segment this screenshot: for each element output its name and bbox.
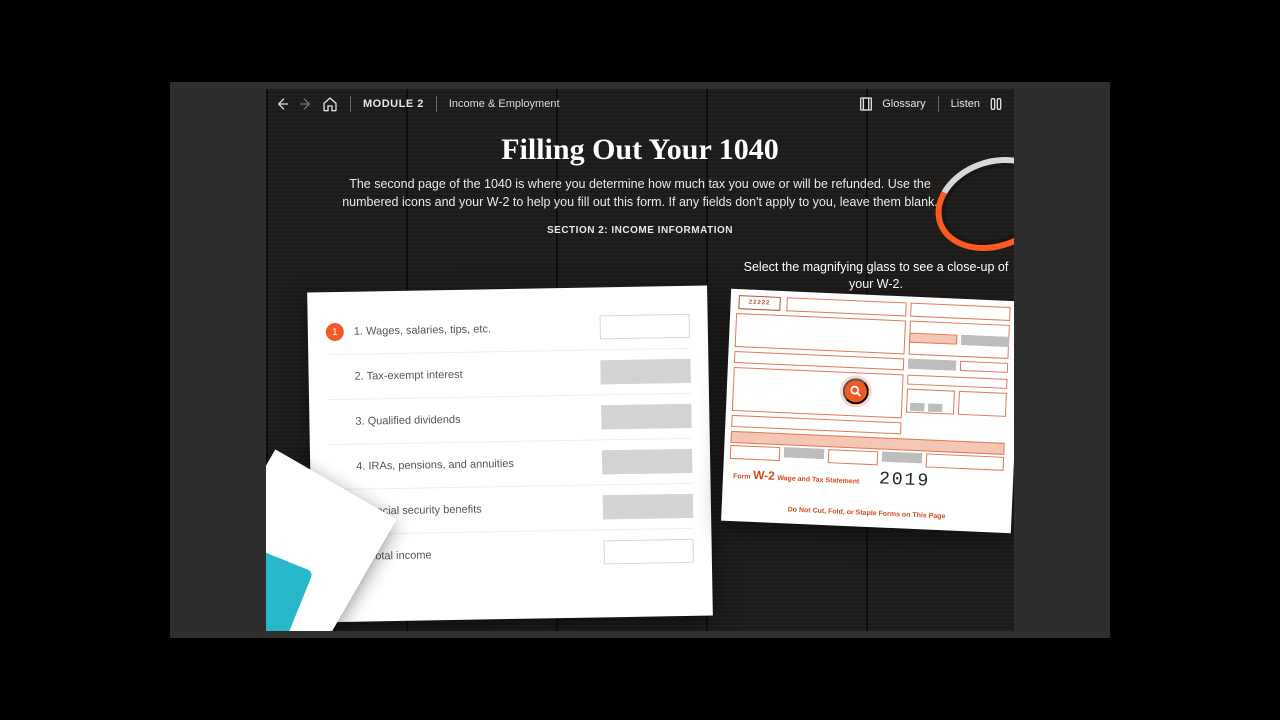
form-row: 1 1. Wages, salaries, tips, etc. [325,304,690,355]
ss-benefits-input [603,494,693,520]
w2-hint-text: Select the magnifying glass to see a clo… [736,259,1014,293]
row-label: 6. Total income [358,547,594,563]
stage-outer: MODULE 2 Income & Employment Glossary Li… [170,82,1110,638]
section-label: SECTION 2: INCOME INFORMATION [266,225,1014,236]
form-row: 3. Qualified dividends [327,394,692,445]
w2-year: 2019 [879,469,931,491]
topbar-separator [938,96,939,112]
row-label: 2. Tax-exempt interest [355,367,591,383]
topbar: MODULE 2 Income & Employment Glossary Li… [266,89,1014,119]
module-label: MODULE 2 [363,98,424,110]
glossary-icon[interactable] [858,96,874,112]
row-label: 1. Wages, salaries, tips, etc. [354,322,590,338]
hero: Filling Out Your 1040 The second page of… [266,133,1014,236]
back-icon[interactable] [274,96,290,112]
lesson-stage: MODULE 2 Income & Employment Glossary Li… [266,89,1014,631]
forward-icon[interactable] [298,96,314,112]
page-title: Income & Employment [449,98,560,110]
w2-grid [729,295,1014,493]
audio-icon[interactable] [988,96,1004,112]
iras-input [602,449,692,475]
dividends-input [601,404,691,430]
hero-title: Filling Out Your 1040 [266,133,1014,167]
topbar-separator [436,96,437,112]
topbar-left: MODULE 2 Income & Employment [266,96,560,112]
total-income-input[interactable] [604,539,694,565]
form-row: 4. IRAs, pensions, and annuities [328,439,693,490]
row-label: 3. Qualified dividends [355,412,591,428]
hero-subtitle: The second page of the 1040 is where you… [320,175,960,211]
w2-document: 22222 [721,289,1014,533]
row-label: 5. Social security benefits [357,502,593,518]
listen-link[interactable]: Listen [951,98,980,110]
wages-input[interactable] [600,314,690,340]
topbar-separator [350,96,351,112]
glossary-link[interactable]: Glossary [882,98,925,110]
topbar-right: Glossary Listen [858,96,1014,112]
home-icon[interactable] [322,96,338,112]
form-1040-card: 1 1. Wages, salaries, tips, etc. 2. Tax-… [307,286,713,623]
tax-exempt-input [600,359,690,385]
w2-no-cut-warning: Do Not Cut, Fold, or Staple Forms on Thi… [722,504,1012,524]
form-row: 2. Tax-exempt interest [326,349,691,400]
row-label: 4. IRAs, pensions, and annuities [356,457,592,473]
step-dot-1: 1 [326,323,344,341]
